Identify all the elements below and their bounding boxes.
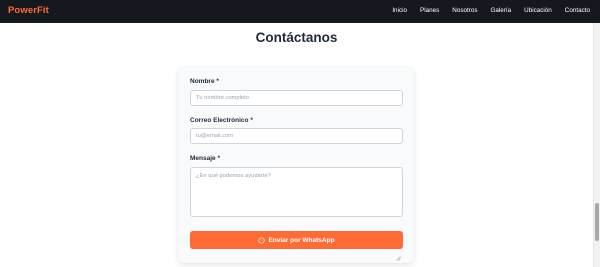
- nav-link-inicio[interactable]: Inicio: [392, 7, 407, 14]
- page-scrollbar[interactable]: [593, 23, 600, 267]
- nav-link-galeria[interactable]: Galería: [490, 7, 511, 14]
- whatsapp-icon: [258, 236, 266, 244]
- submit-label: Enviar por WhatsApp: [268, 236, 335, 244]
- email-input[interactable]: [190, 128, 403, 144]
- contact-section: Contáctanos Nombre * Correo Electrónico …: [0, 23, 593, 267]
- navbar: PowerFit Inicio Planes Nosotros Galería …: [0, 0, 600, 23]
- nav-link-contacto[interactable]: Contacto: [565, 7, 590, 14]
- name-input[interactable]: [190, 90, 403, 106]
- nav-link-nosotros[interactable]: Nosotros: [452, 7, 477, 14]
- message-label: Mensaje *: [190, 155, 220, 162]
- section-title: Contáctanos: [255, 30, 338, 45]
- name-label: Nombre *: [190, 78, 219, 85]
- nav-link-ubicacion[interactable]: Ubicación: [524, 7, 552, 14]
- nav-links: Inicio Planes Nosotros Galería Ubicación…: [379, 7, 590, 14]
- brand-logo[interactable]: PowerFit: [8, 5, 49, 16]
- contact-form: Nombre * Correo Electrónico * Mensaje * …: [178, 67, 414, 263]
- scrollbar-thumb[interactable]: [595, 203, 599, 241]
- resize-grip-icon[interactable]: [396, 256, 401, 261]
- email-label: Correo Electrónico *: [190, 117, 253, 124]
- nav-link-planes[interactable]: Planes: [420, 7, 439, 14]
- whatsapp-submit-button[interactable]: Enviar por WhatsApp: [190, 231, 403, 249]
- message-textarea[interactable]: [190, 167, 403, 217]
